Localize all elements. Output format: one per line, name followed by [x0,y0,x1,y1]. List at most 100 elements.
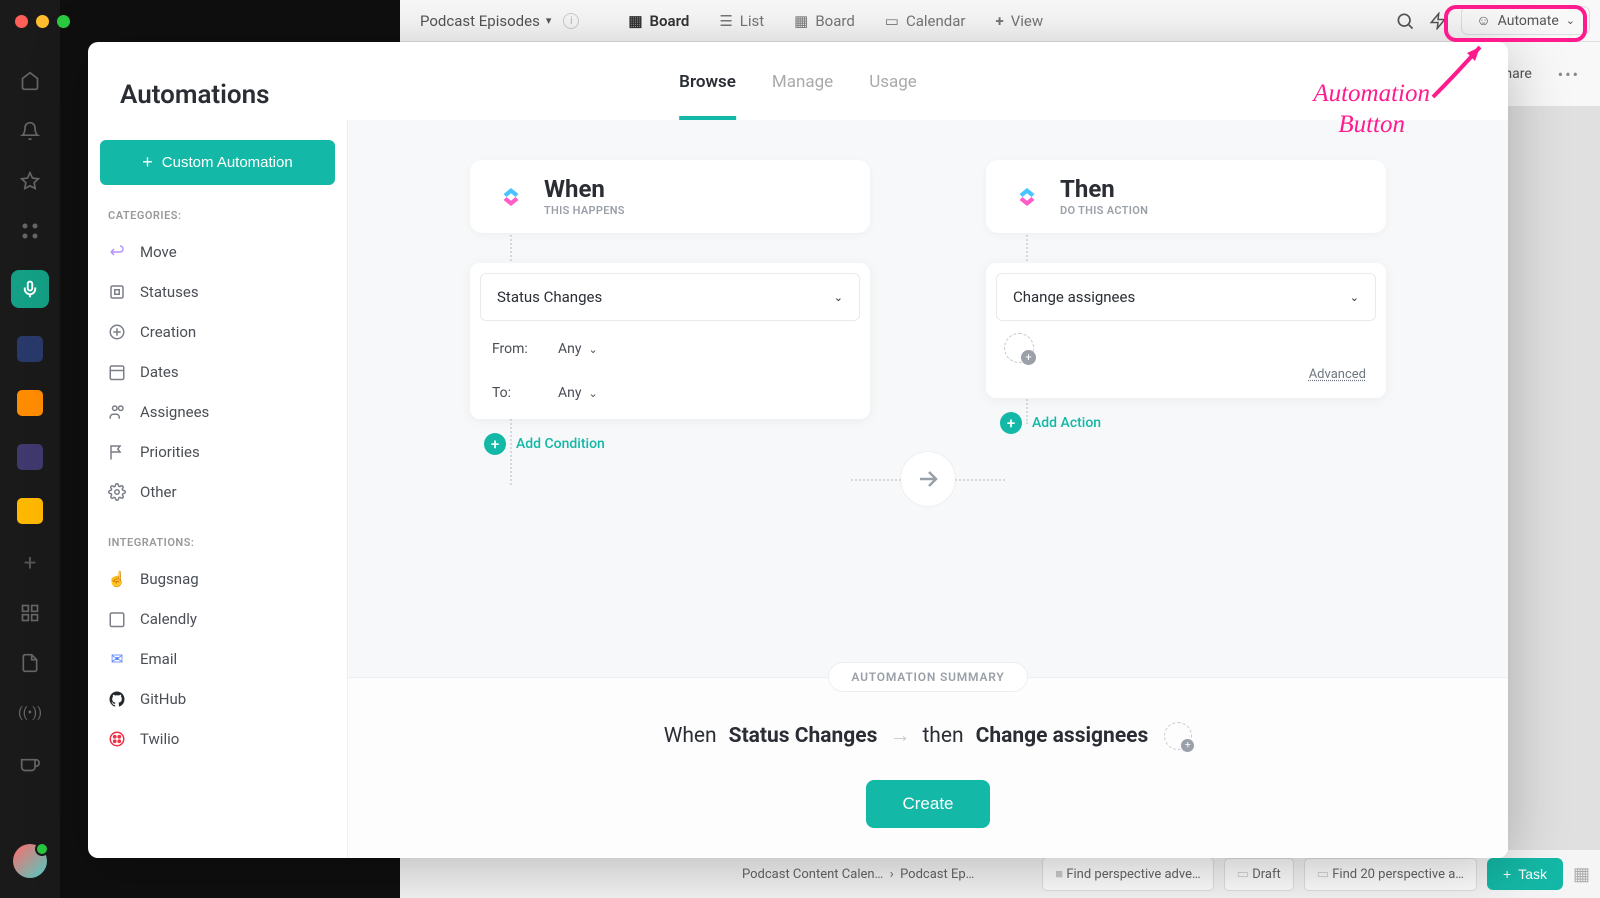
dock-card[interactable]: ▭ Find 20 perspective a… [1304,858,1477,891]
arrow-right-icon [916,467,940,491]
more-icon[interactable]: ••• [1558,65,1580,84]
from-select[interactable]: Any⌄ [558,341,598,357]
action-card: Change assignees ⌄ Advanced [986,263,1386,398]
minimize-window-icon[interactable] [36,15,49,28]
custom-automation-button[interactable]: + Custom Automation [100,140,335,185]
category-assignees[interactable]: Assignees [100,392,335,432]
gear-icon [108,483,126,501]
view-tab-board-main[interactable]: ▦Board [614,5,703,37]
integration-bugsnag[interactable]: ☝Bugsnag [100,559,335,599]
clickup-logo-icon [496,182,526,212]
search-icon[interactable] [1395,11,1415,31]
chevron-down-icon: ⌄ [1350,291,1359,304]
integration-email[interactable]: ✉Email [100,639,335,679]
plus-icon: + [484,433,506,455]
bugsnag-icon: ☝ [108,570,126,588]
breadcrumb-bottom[interactable]: Podcast Content Calen… › Podcast Ep… [730,859,986,890]
plus-icon: + [142,152,153,173]
summary-badge: AUTOMATION SUMMARY [828,662,1027,692]
view-tab-list[interactable]: ☰List [705,5,778,37]
grid-icon[interactable] [19,220,41,242]
tab-manage[interactable]: Manage [772,72,833,120]
then-title: Then [1060,176,1148,202]
avatar[interactable] [13,844,47,878]
add-condition-button[interactable]: + Add Condition [470,419,870,455]
move-icon [108,243,126,261]
category-other[interactable]: Other [100,472,335,512]
dashboard-icon[interactable] [19,602,41,624]
category-creation[interactable]: Creation [100,312,335,352]
when-column: When THIS HAPPENS Status Changes ⌄ From:… [470,160,870,455]
add-assignee-button[interactable] [1004,333,1034,363]
category-dates[interactable]: Dates [100,352,335,392]
advanced-link[interactable]: Advanced [990,367,1382,394]
view-tab-board[interactable]: ▦Board [780,5,869,37]
integration-twilio[interactable]: Twilio [100,719,335,759]
space-icon[interactable] [17,498,43,524]
modal-sidebar: + Custom Automation CATEGORIES: Move Sta… [88,120,348,858]
category-statuses[interactable]: Statuses [100,272,335,312]
calendar-icon: ▭ [885,12,899,30]
trigger-select[interactable]: Status Changes ⌄ [480,273,860,321]
add-assignee-icon[interactable] [1164,722,1192,750]
summary-text: When Status Changes → then Change assign… [664,722,1193,750]
then-column: Then DO THIS ACTION Change assignees ⌄ A… [986,160,1386,434]
info-icon[interactable]: i [563,13,579,29]
mic-icon[interactable] [11,270,49,308]
github-icon [108,690,126,708]
connector-line [955,479,1005,481]
from-label: From: [492,341,542,357]
dock-card[interactable]: ■ Find perspective adve… [1042,857,1213,891]
view-tab-add[interactable]: +View [982,5,1058,37]
add-action-button[interactable]: + Add Action [986,398,1386,434]
integrations-heading: INTEGRATIONS: [108,536,335,549]
space-icon[interactable] [17,444,43,470]
bell-icon[interactable] [19,120,41,142]
modal-tabs: Browse Manage Usage [679,72,917,120]
maximize-window-icon[interactable] [57,15,70,28]
annotation-arrow-icon [1425,35,1495,105]
breadcrumb[interactable]: Podcast Episodes ▾ i [410,12,589,30]
star-icon[interactable] [19,170,41,192]
new-task-button[interactable]: +Task [1487,858,1563,890]
list-icon: ☰ [719,12,732,30]
connector-line [851,479,901,481]
create-button[interactable]: Create [866,780,989,828]
status-icon [108,283,126,301]
annotation-label: Automation Button [1313,78,1430,141]
doc-icon[interactable] [19,652,41,674]
grid-icon[interactable]: ▦ [1573,864,1590,885]
chevron-down-icon: ⌄ [589,387,598,400]
plus-icon[interactable]: + [19,552,41,574]
home-icon[interactable] [19,70,41,92]
help-icon[interactable] [19,752,41,774]
integration-github[interactable]: GitHub [100,679,335,719]
summary-area: AUTOMATION SUMMARY When Status Changes →… [348,677,1508,858]
window-controls [15,15,70,28]
action-select[interactable]: Change assignees ⌄ [996,273,1376,321]
tab-browse[interactable]: Browse [679,72,736,120]
space-icon[interactable] [17,336,43,362]
then-header: Then DO THIS ACTION [986,160,1386,233]
board-icon: ▦ [794,12,808,30]
flag-icon [108,443,126,461]
integration-calendly[interactable]: Calendly [100,599,335,639]
then-subtitle: DO THIS ACTION [1060,204,1148,217]
twilio-icon [108,730,126,748]
plus-icon: + [1000,412,1022,434]
view-tab-calendar[interactable]: ▭Calendar [871,5,980,37]
category-move[interactable]: Move [100,232,335,272]
when-header: When THIS HAPPENS [470,160,870,233]
modal-header: Automations Browse Manage Usage [88,42,1508,120]
assignees-icon [108,403,126,421]
space-icon[interactable] [17,390,43,416]
pulse-icon[interactable]: ((•)) [19,702,41,724]
category-priorities[interactable]: Priorities [100,432,335,472]
tab-usage[interactable]: Usage [869,72,917,120]
close-window-icon[interactable] [15,15,28,28]
plus-icon: + [996,12,1004,30]
to-select[interactable]: Any⌄ [558,385,598,401]
calendly-icon [108,610,126,628]
dock-card[interactable]: ▭ Draft [1224,858,1294,891]
modal-title: Automations [120,80,270,110]
